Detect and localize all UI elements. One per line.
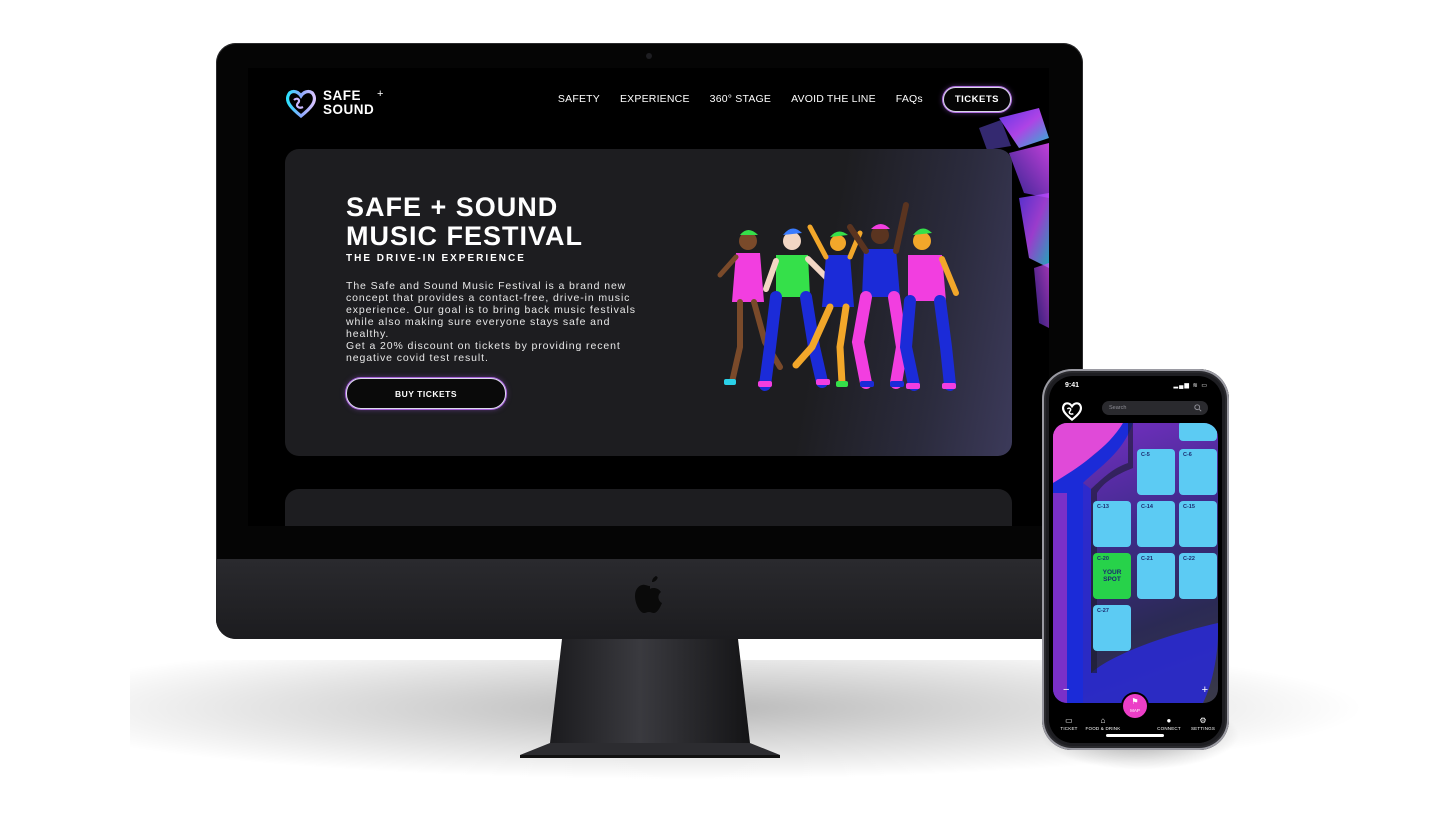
hero-description: The Safe and Sound Music Festival is a b… (346, 280, 656, 364)
parking-spot-c27[interactable]: C-27 (1093, 605, 1131, 651)
app-logo-icon[interactable] (1061, 401, 1083, 421)
camera-dot (646, 53, 652, 59)
desktop-website: SAFE SOUND + SAFETY EXPERIENCE 360° STAG… (248, 68, 1049, 526)
search-icon (1194, 404, 1202, 412)
parking-spot-c13[interactable]: C-13 (1093, 501, 1131, 547)
hero-title: SAFE + SOUND MUSIC FESTIVAL (346, 193, 686, 251)
status-time: 9:41 (1065, 382, 1080, 389)
logo-line-sound: SOUND (323, 101, 375, 117)
ticket-icon: ▭ (1065, 716, 1073, 725)
next-section-card (285, 489, 1012, 526)
spot-label: C-13 (1097, 504, 1109, 510)
hero-subtitle: THE DRIVE-IN EXPERIENCE (346, 253, 526, 264)
tab-connect-label: CONNECT (1157, 726, 1181, 731)
spot-label: C-5 (1141, 452, 1150, 458)
spot-label: C-20 (1097, 556, 1109, 562)
tab-map[interactable]: ⚑ MAP (1123, 694, 1147, 718)
parking-spot-c5[interactable]: C-5 (1137, 449, 1175, 495)
food-icon: ⌂ (1100, 716, 1106, 725)
parking-spot[interactable] (1179, 423, 1217, 441)
parking-spot-c15[interactable]: C-15 (1179, 501, 1217, 547)
main-nav: SAFETY EXPERIENCE 360° STAGE AVOID THE L… (558, 86, 1011, 112)
tab-map-label: MAP (1130, 708, 1140, 713)
zoom-in-button[interactable]: + (1202, 684, 1208, 696)
tab-settings[interactable]: ⚙ SETTINGS (1185, 716, 1221, 731)
tab-settings-label: SETTINGS (1190, 726, 1216, 731)
parking-map[interactable]: C-5 C-6 C-13 C-14 C-15 C-20 YOUR SPOT C-… (1053, 423, 1218, 703)
phone-notch (1101, 376, 1171, 390)
spot-label: C-6 (1183, 452, 1192, 458)
home-indicator (1106, 734, 1164, 737)
hero-title-line2: MUSIC FESTIVAL (346, 221, 584, 251)
tab-food-drink[interactable]: ⌂ FOOD & DRINK (1083, 716, 1123, 731)
nav-360-stage[interactable]: 360° STAGE (710, 93, 771, 105)
logo-plus: + (377, 88, 384, 100)
spot-label: C-27 (1097, 608, 1109, 614)
parking-spot-c20-your-spot[interactable]: C-20 YOUR SPOT (1093, 553, 1131, 599)
hero-card: SAFE + SOUND MUSIC FESTIVAL THE DRIVE-IN… (285, 149, 1012, 456)
buy-tickets-button[interactable]: BUY TICKETS (346, 378, 506, 409)
bottom-tab-bar: ▭ TICKET ⌂ FOOD & DRINK ⚑ MAP ● CONNECT … (1049, 694, 1222, 743)
hero-description-text: The Safe and Sound Music Festival is a b… (346, 280, 636, 340)
spot-label: C-14 (1141, 504, 1153, 510)
spot-label: C-22 (1183, 556, 1195, 562)
spot-label: C-21 (1141, 556, 1153, 562)
parking-spot-c6[interactable]: C-6 (1179, 449, 1217, 495)
chat-icon: ● (1166, 716, 1172, 725)
heart-logo-icon (285, 89, 317, 118)
parking-spot-c22[interactable]: C-22 (1179, 553, 1217, 599)
mobile-app-screen: 9:41 ▂▄▆ ≋ ▭ Search C-5 C-6 C-13 C-14 C-… (1049, 376, 1222, 743)
apple-logo-icon (635, 576, 662, 613)
status-icons: ▂▄▆ ≋ ▭ (1173, 383, 1208, 389)
iphone-frame: 9:41 ▂▄▆ ≋ ▭ Search C-5 C-6 C-13 C-14 C-… (1042, 369, 1229, 750)
dancing-people-illustration (717, 202, 959, 391)
your-spot-label: YOUR SPOT (1102, 569, 1122, 583)
tickets-button[interactable]: TICKETS (942, 86, 1011, 112)
parking-spot-c21[interactable]: C-21 (1137, 553, 1175, 599)
nav-experience[interactable]: EXPERIENCE (620, 93, 690, 105)
nav-faqs[interactable]: FAQs (896, 93, 923, 105)
search-input[interactable]: Search (1102, 401, 1208, 415)
map-pin-icon: ⚑ (1131, 697, 1139, 706)
tab-food-label: FOOD & DRINK (1085, 726, 1121, 731)
nav-avoid-the-line[interactable]: AVOID THE LINE (791, 93, 876, 105)
nav-safety[interactable]: SAFETY (558, 93, 600, 105)
zoom-out-button[interactable]: − (1063, 684, 1069, 696)
logo-wordmark: SAFE SOUND (323, 89, 374, 116)
site-logo[interactable]: SAFE SOUND + (285, 88, 395, 118)
spot-label: C-15 (1183, 504, 1195, 510)
tab-ticket[interactable]: ▭ TICKET (1051, 716, 1087, 731)
imac-stand (520, 639, 780, 758)
hero-title-line1: SAFE + SOUND (346, 192, 559, 222)
gear-icon: ⚙ (1199, 716, 1207, 725)
search-placeholder: Search (1109, 405, 1127, 411)
hero-discount-text: Get a 20% discount on tickets by providi… (346, 340, 621, 364)
tab-ticket-label: TICKET (1060, 726, 1078, 731)
parking-spot-c14[interactable]: C-14 (1137, 501, 1175, 547)
tab-connect[interactable]: ● CONNECT (1151, 716, 1187, 731)
